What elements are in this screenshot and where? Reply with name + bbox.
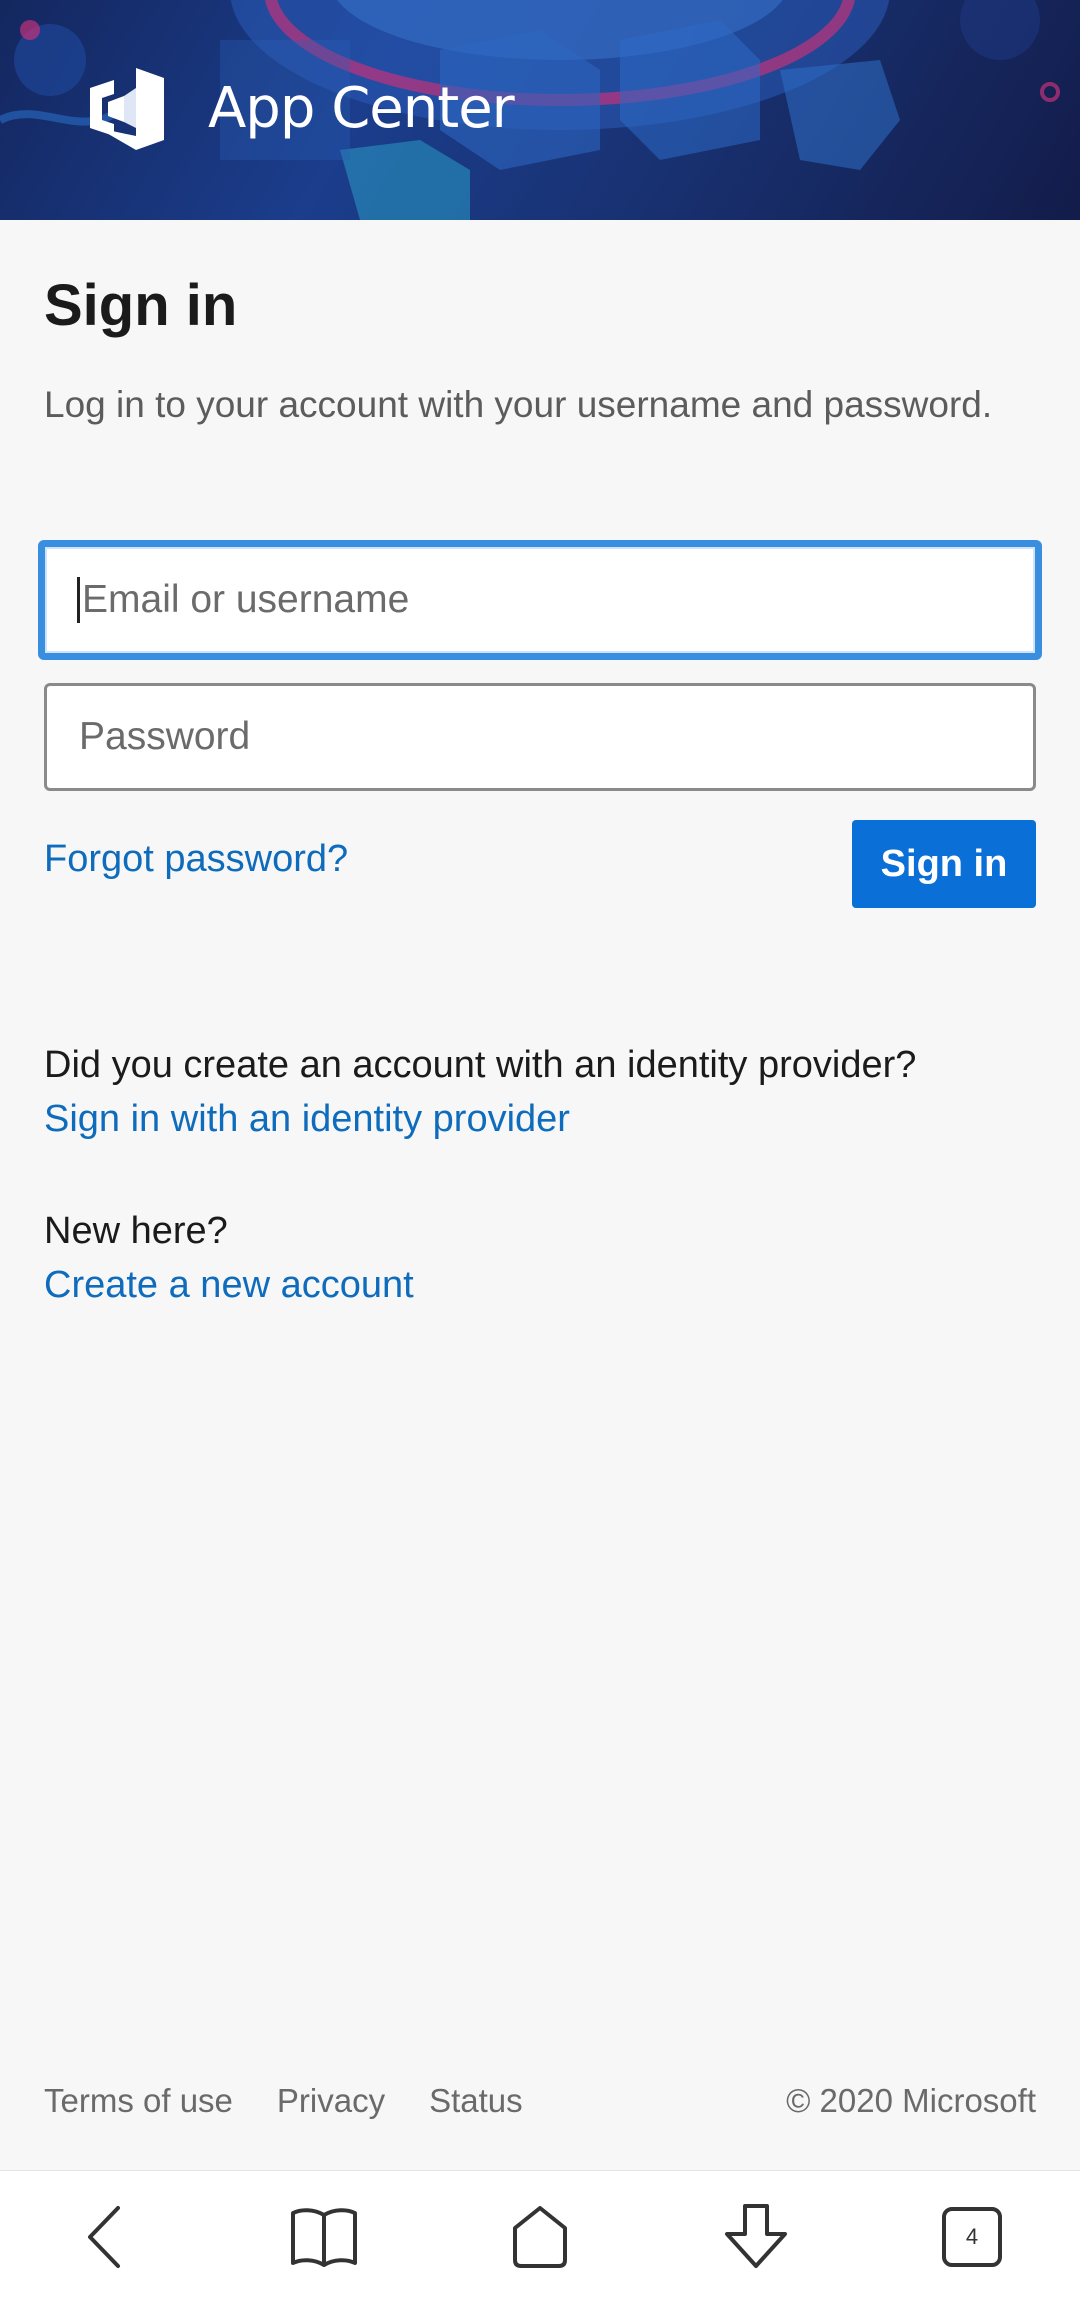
forgot-password-link[interactable]: Forgot password?	[44, 838, 348, 881]
status-link[interactable]: Status	[429, 2082, 523, 2120]
create-account-link[interactable]: Create a new account	[44, 1264, 414, 1307]
tab-count: 4	[965, 2224, 979, 2249]
page-title: Sign in	[44, 273, 238, 338]
text-cursor	[77, 577, 80, 623]
page-subtitle: Log in to your account with your usernam…	[44, 384, 993, 425]
password-field[interactable]: Password	[44, 683, 1036, 791]
home-button[interactable]	[498, 2195, 582, 2279]
sign-in-button[interactable]: Sign in	[852, 820, 1036, 908]
download-icon	[725, 2204, 787, 2268]
privacy-link[interactable]: Privacy	[277, 2082, 385, 2120]
password-placeholder: Password	[79, 715, 251, 758]
browser-nav-bar: 4	[0, 2170, 1080, 2300]
bookmarks-button[interactable]	[282, 2195, 366, 2279]
tabs-button[interactable]: 4	[930, 2195, 1014, 2279]
back-button[interactable]	[64, 2195, 148, 2279]
app-center-logo-icon	[90, 68, 164, 150]
identity-provider-link[interactable]: Sign in with an identity provider	[44, 1098, 570, 1141]
home-icon	[513, 2206, 567, 2268]
app-name: App Center	[208, 75, 515, 141]
email-field[interactable]: Email or username	[38, 540, 1042, 660]
download-button[interactable]	[714, 2195, 798, 2279]
footer-links: Terms of use Privacy Status	[44, 2082, 567, 2120]
terms-link[interactable]: Terms of use	[44, 2082, 233, 2120]
app-logo: App Center	[84, 66, 515, 150]
identity-provider-question: Did you create an account with an identi…	[44, 1044, 917, 1086]
back-icon	[88, 2206, 120, 2268]
bookmarks-icon	[291, 2208, 357, 2267]
new-here-text: New here?	[44, 1210, 228, 1252]
email-placeholder: Email or username	[82, 578, 410, 621]
copyright: © 2020 Microsoft	[786, 2082, 1036, 2119]
header-banner: App Center	[0, 0, 1080, 220]
